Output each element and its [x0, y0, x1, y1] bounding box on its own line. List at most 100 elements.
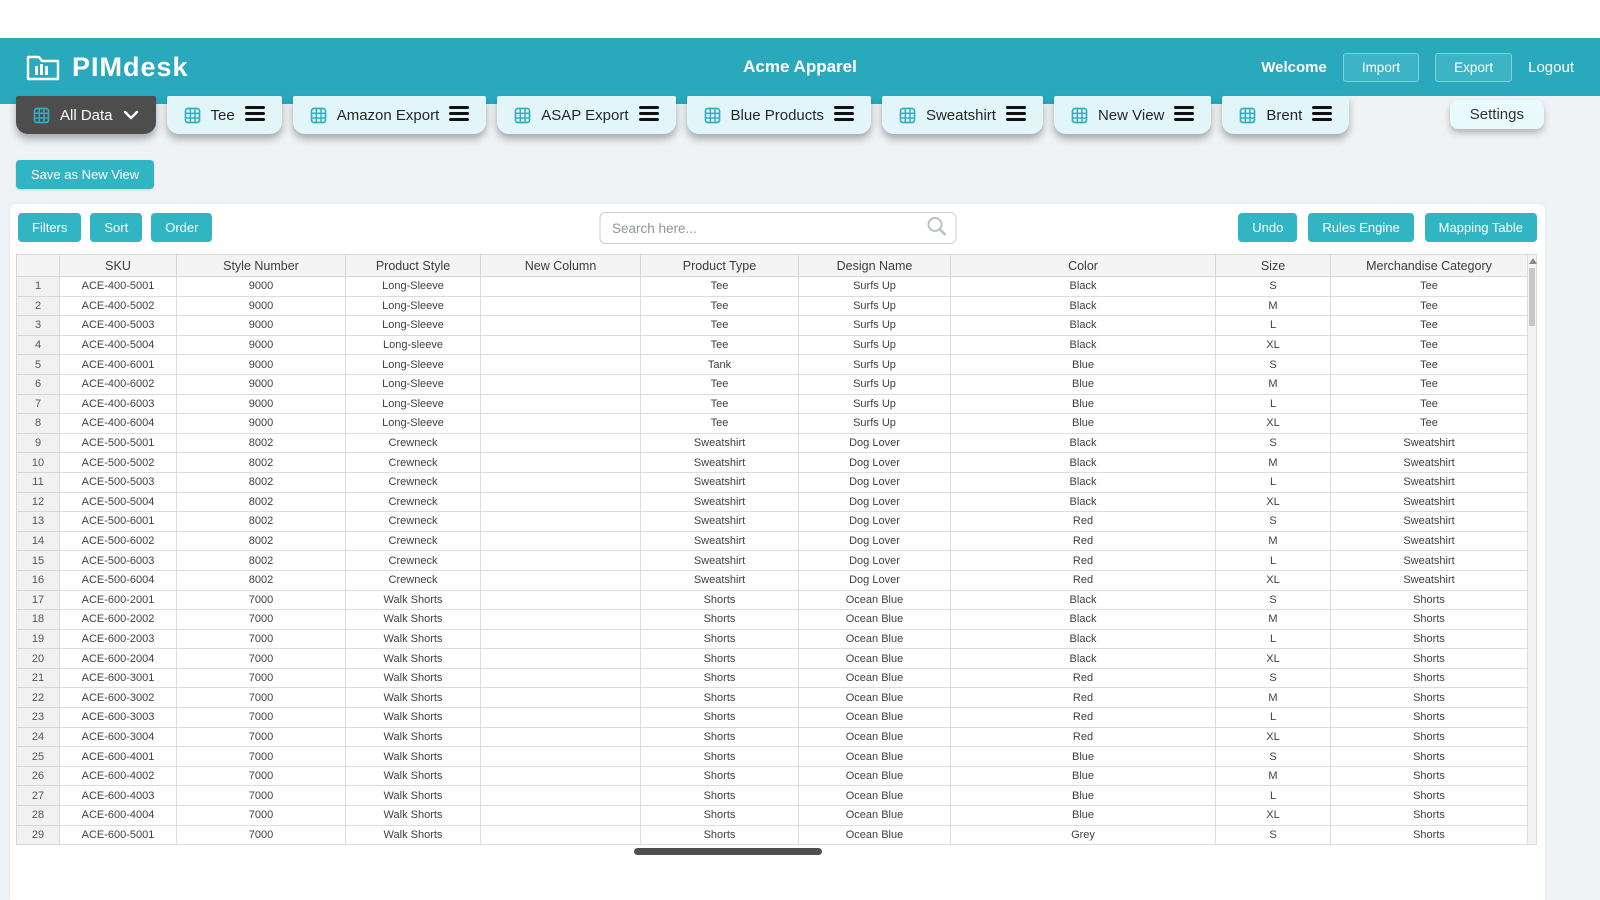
- cell-product-style[interactable]: Walk Shorts: [346, 766, 481, 786]
- cell-product-type[interactable]: Shorts: [641, 747, 799, 767]
- cell-merchandise-category[interactable]: Tee: [1331, 414, 1528, 434]
- hamburger-icon[interactable]: [834, 103, 854, 128]
- cell-merchandise-category[interactable]: Shorts: [1331, 649, 1528, 669]
- cell-merchandise-category[interactable]: Shorts: [1331, 786, 1528, 806]
- cell-new-column[interactable]: [481, 433, 641, 453]
- cell-product-type[interactable]: Tee: [641, 335, 799, 355]
- cell-new-column[interactable]: [481, 766, 641, 786]
- cell-color[interactable]: Red: [951, 512, 1216, 532]
- column-header-new-column[interactable]: New Column: [481, 255, 641, 277]
- cell-merchandise-category[interactable]: Shorts: [1331, 590, 1528, 610]
- cell-design-name[interactable]: Surfs Up: [799, 355, 951, 375]
- cell-color[interactable]: Black: [951, 335, 1216, 355]
- cell-design-name[interactable]: Ocean Blue: [799, 688, 951, 708]
- cell-color[interactable]: Blue: [951, 747, 1216, 767]
- cell-size[interactable]: M: [1216, 453, 1331, 473]
- cell-product-style[interactable]: Crewneck: [346, 531, 481, 551]
- cell-style-number[interactable]: 7000: [177, 610, 346, 630]
- cell-color[interactable]: Black: [951, 296, 1216, 316]
- cell-style-number[interactable]: 8002: [177, 453, 346, 473]
- cell-color[interactable]: Black: [951, 433, 1216, 453]
- cell-size[interactable]: L: [1216, 708, 1331, 728]
- search-input[interactable]: [600, 213, 925, 243]
- column-header-color[interactable]: Color: [951, 255, 1216, 277]
- cell-product-style[interactable]: Crewneck: [346, 551, 481, 571]
- cell-style-number[interactable]: 9000: [177, 316, 346, 336]
- cell-sku[interactable]: ACE-600-3004: [60, 727, 177, 747]
- cell-color[interactable]: Blue: [951, 414, 1216, 434]
- cell-product-style[interactable]: Walk Shorts: [346, 708, 481, 728]
- cell-style-number[interactable]: 8002: [177, 512, 346, 532]
- cell-new-column[interactable]: [481, 688, 641, 708]
- cell-design-name[interactable]: Surfs Up: [799, 335, 951, 355]
- cell-design-name[interactable]: Dog Lover: [799, 551, 951, 571]
- cell-color[interactable]: Blue: [951, 374, 1216, 394]
- cell-size[interactable]: S: [1216, 512, 1331, 532]
- cell-size[interactable]: M: [1216, 766, 1331, 786]
- cell-product-style[interactable]: Crewneck: [346, 472, 481, 492]
- cell-product-type[interactable]: Shorts: [641, 590, 799, 610]
- cell-merchandise-category[interactable]: Shorts: [1331, 825, 1528, 845]
- order-button[interactable]: Order: [151, 213, 212, 242]
- filters-button[interactable]: Filters: [18, 213, 81, 242]
- cell-size[interactable]: XL: [1216, 414, 1331, 434]
- cell-product-type[interactable]: Sweatshirt: [641, 492, 799, 512]
- save-as-new-view-button[interactable]: Save as New View: [16, 160, 154, 189]
- cell-size[interactable]: L: [1216, 316, 1331, 336]
- cell-product-type[interactable]: Tee: [641, 277, 799, 297]
- cell-new-column[interactable]: [481, 590, 641, 610]
- cell-design-name[interactable]: Surfs Up: [799, 394, 951, 414]
- cell-sku[interactable]: ACE-600-4004: [60, 806, 177, 826]
- cell-product-style[interactable]: Walk Shorts: [346, 610, 481, 630]
- hamburger-icon[interactable]: [449, 103, 469, 128]
- cell-color[interactable]: Black: [951, 629, 1216, 649]
- cell-new-column[interactable]: [481, 668, 641, 688]
- cell-new-column[interactable]: [481, 649, 641, 669]
- cell-product-type[interactable]: Shorts: [641, 708, 799, 728]
- column-header-product-style[interactable]: Product Style: [346, 255, 481, 277]
- cell-merchandise-category[interactable]: Sweatshirt: [1331, 453, 1528, 473]
- cell-sku[interactable]: ACE-400-5001: [60, 277, 177, 297]
- cell-sku[interactable]: ACE-600-4002: [60, 766, 177, 786]
- cell-product-style[interactable]: Crewneck: [346, 492, 481, 512]
- magnifier-icon[interactable]: [925, 215, 947, 242]
- sort-button[interactable]: Sort: [90, 213, 142, 242]
- cell-size[interactable]: L: [1216, 394, 1331, 414]
- cell-size[interactable]: L: [1216, 472, 1331, 492]
- column-header-merchandise-category[interactable]: Merchandise Category: [1331, 255, 1528, 277]
- cell-new-column[interactable]: [481, 610, 641, 630]
- cell-design-name[interactable]: Dog Lover: [799, 472, 951, 492]
- cell-color[interactable]: Blue: [951, 355, 1216, 375]
- cell-merchandise-category[interactable]: Sweatshirt: [1331, 570, 1528, 590]
- hamburger-icon[interactable]: [1006, 103, 1026, 128]
- cell-color[interactable]: Grey: [951, 825, 1216, 845]
- cell-sku[interactable]: ACE-500-6001: [60, 512, 177, 532]
- cell-sku[interactable]: ACE-400-5004: [60, 335, 177, 355]
- cell-merchandise-category[interactable]: Sweatshirt: [1331, 492, 1528, 512]
- cell-product-style[interactable]: Long-sleeve: [346, 335, 481, 355]
- cell-design-name[interactable]: Dog Lover: [799, 570, 951, 590]
- cell-design-name[interactable]: Surfs Up: [799, 296, 951, 316]
- cell-sku[interactable]: ACE-600-4003: [60, 786, 177, 806]
- mapping-table-button[interactable]: Mapping Table: [1425, 213, 1537, 242]
- cell-new-column[interactable]: [481, 708, 641, 728]
- cell-style-number[interactable]: 9000: [177, 355, 346, 375]
- cell-style-number[interactable]: 8002: [177, 531, 346, 551]
- cell-new-column[interactable]: [481, 629, 641, 649]
- cell-design-name[interactable]: Ocean Blue: [799, 668, 951, 688]
- cell-new-column[interactable]: [481, 453, 641, 473]
- cell-merchandise-category[interactable]: Tee: [1331, 394, 1528, 414]
- vertical-scrollbar[interactable]: [1527, 254, 1537, 845]
- cell-product-type[interactable]: Sweatshirt: [641, 472, 799, 492]
- cell-merchandise-category[interactable]: Sweatshirt: [1331, 551, 1528, 571]
- hamburger-icon[interactable]: [1312, 103, 1332, 128]
- cell-product-style[interactable]: Walk Shorts: [346, 806, 481, 826]
- cell-color[interactable]: Black: [951, 649, 1216, 669]
- cell-style-number[interactable]: 9000: [177, 374, 346, 394]
- cell-product-type[interactable]: Sweatshirt: [641, 433, 799, 453]
- cell-sku[interactable]: ACE-500-6002: [60, 531, 177, 551]
- column-header-product-type[interactable]: Product Type: [641, 255, 799, 277]
- column-header-design-name[interactable]: Design Name: [799, 255, 951, 277]
- cell-product-type[interactable]: Sweatshirt: [641, 570, 799, 590]
- cell-new-column[interactable]: [481, 316, 641, 336]
